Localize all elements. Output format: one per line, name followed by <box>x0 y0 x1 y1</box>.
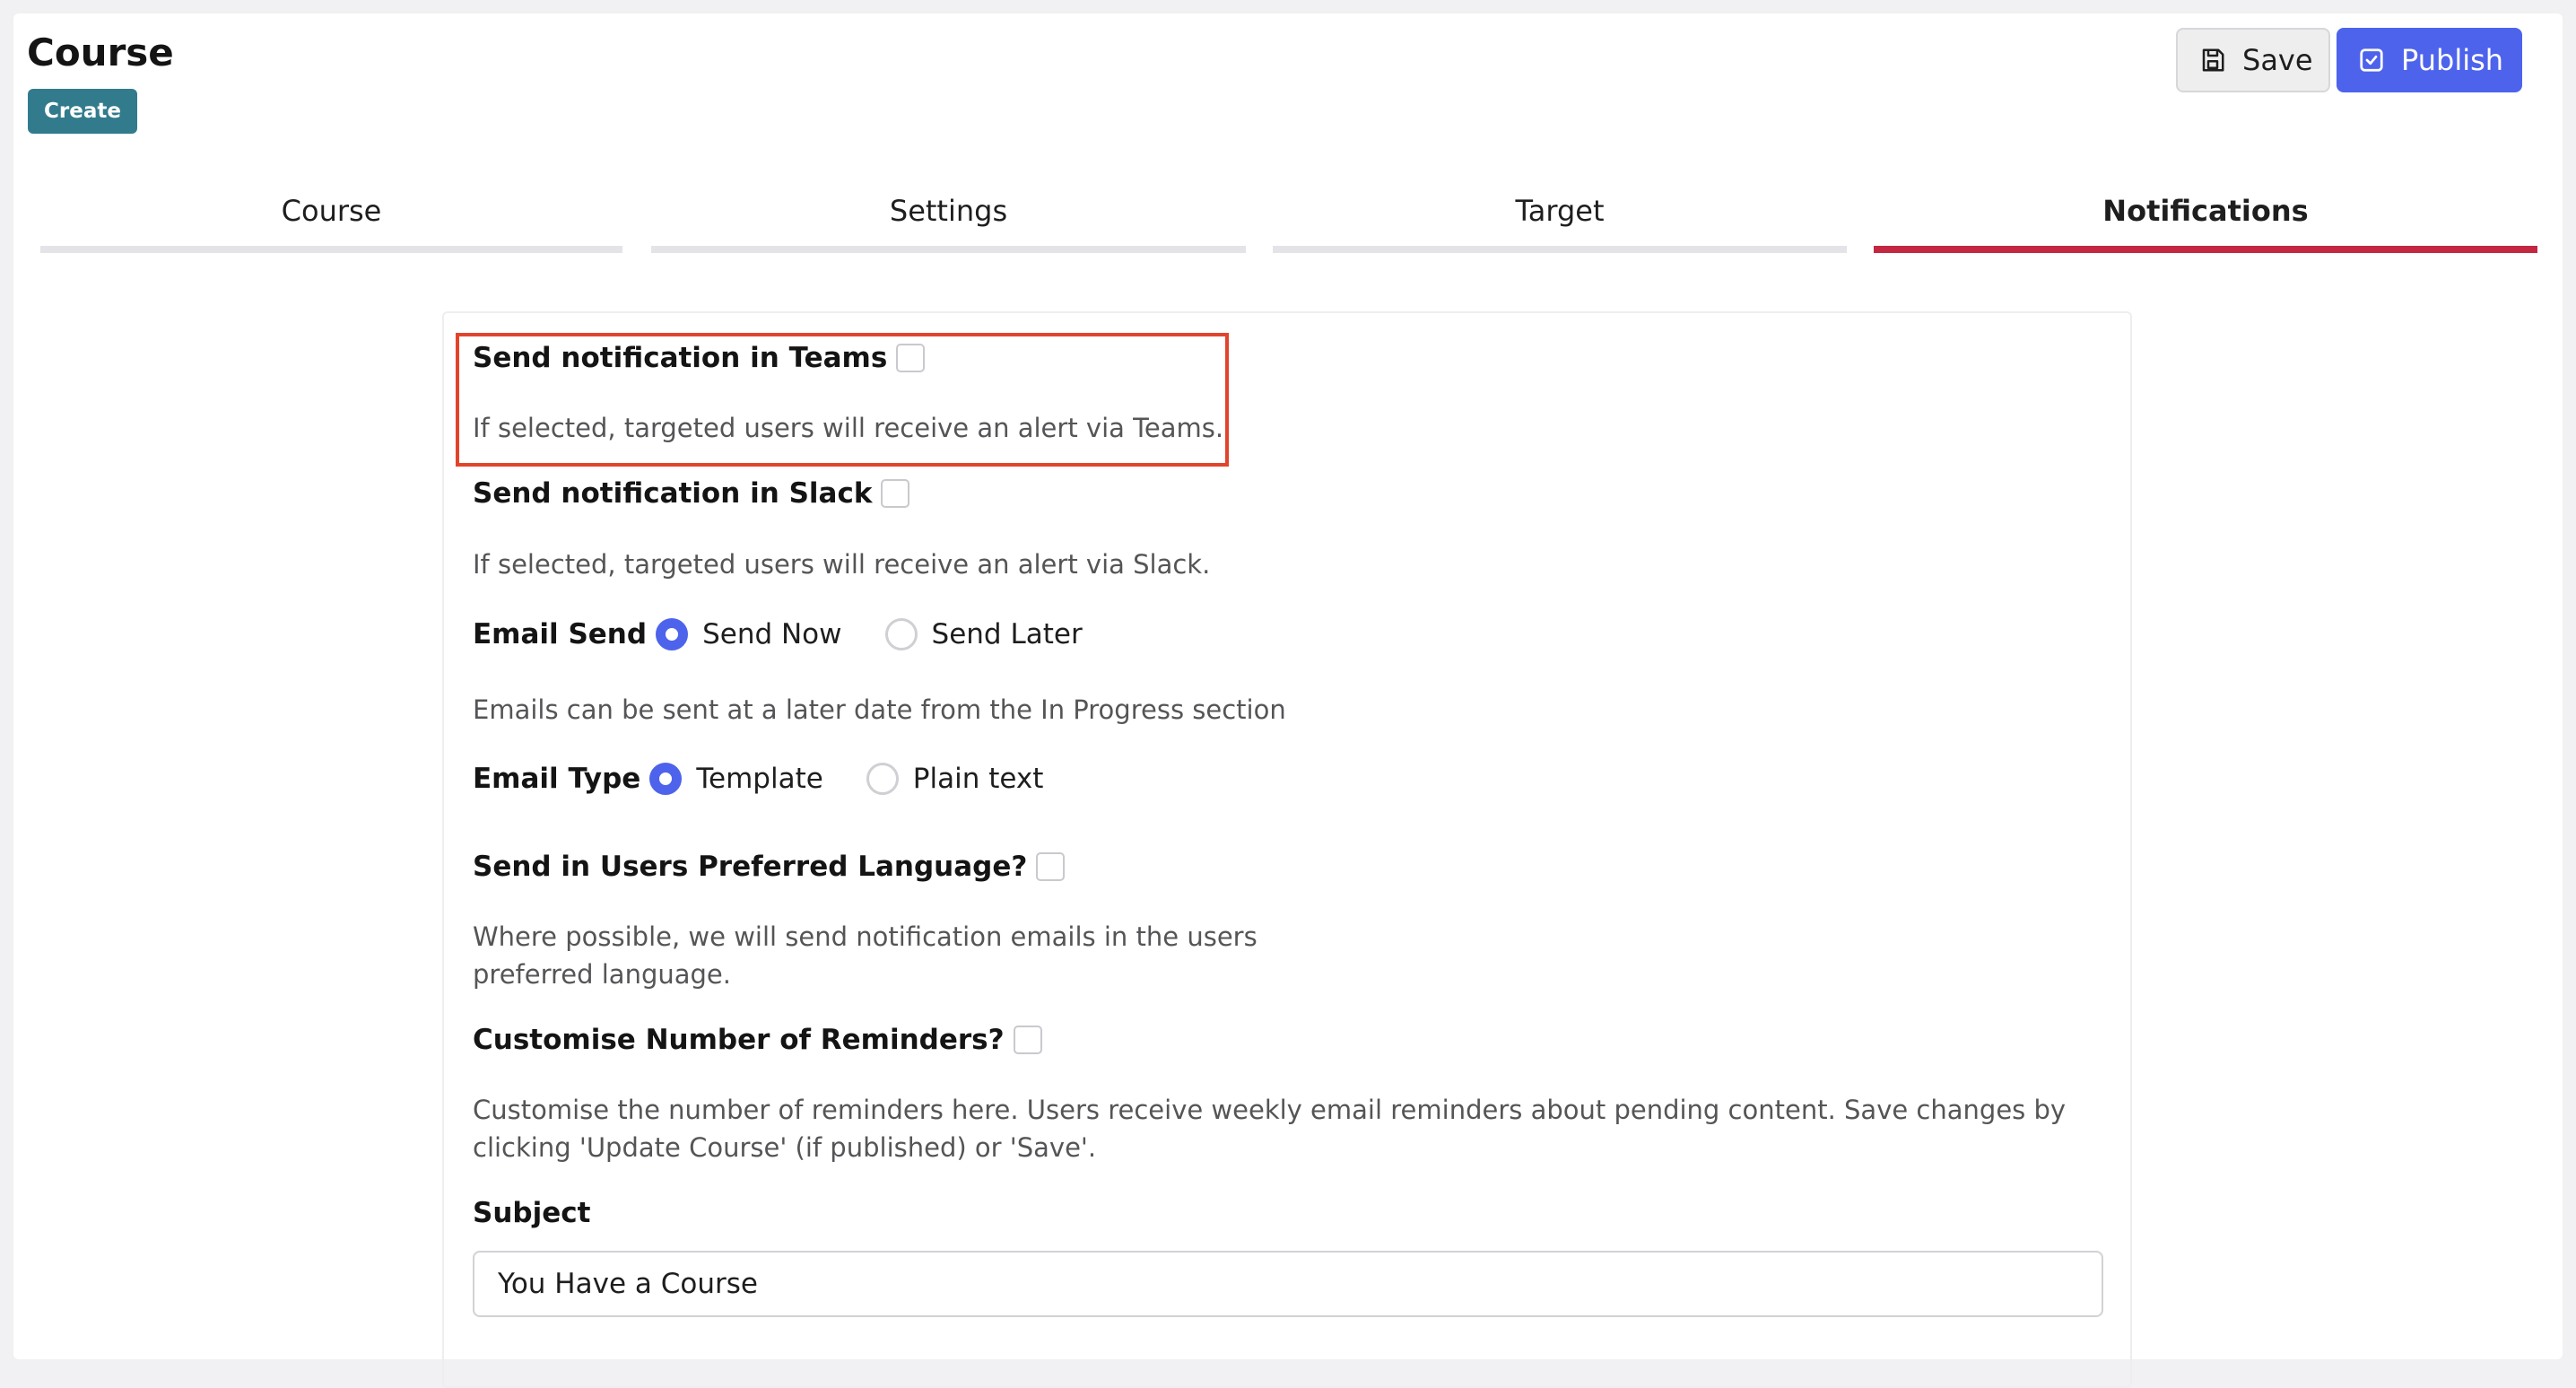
notifications-form-card <box>442 311 2132 1388</box>
status-badge: Create <box>28 89 137 134</box>
tab-underline <box>40 246 622 253</box>
save-button[interactable]: Save <box>2176 28 2330 92</box>
template-radio[interactable] <box>649 763 683 795</box>
preferred-language-help: Where possible, we will send notificatio… <box>473 921 1258 990</box>
check-square-icon <box>2360 48 2383 72</box>
tab-target[interactable]: Target <box>1273 179 1847 253</box>
subject-input[interactable] <box>473 1251 2103 1317</box>
slack-notification-help: If selected, targeted users will receive… <box>473 549 1211 580</box>
subject-label: Subject <box>473 1197 591 1229</box>
slack-notification-row: Send notification in Slack <box>473 477 910 510</box>
send-later-option[interactable]: Send Later <box>932 618 1083 650</box>
slack-notification-label: Send notification in Slack <box>473 477 873 510</box>
tab-label: Course <box>281 194 382 228</box>
tab-notifications[interactable]: Notifications <box>1874 179 2537 253</box>
email-type-row: Email Type Template Plain text <box>473 763 1077 795</box>
send-now-option[interactable]: Send Now <box>702 618 841 650</box>
save-button-label: Save <box>2242 43 2313 77</box>
template-option[interactable]: Template <box>696 763 822 795</box>
reminders-checkbox[interactable] <box>1013 1026 1042 1054</box>
send-now-radio[interactable] <box>656 618 689 650</box>
floppy-disk-icon <box>2202 48 2224 72</box>
reminders-help: Customise the number of reminders here. … <box>473 1095 2067 1163</box>
preferred-language-checkbox[interactable] <box>1036 852 1066 881</box>
publish-button[interactable]: Publish <box>2337 28 2522 92</box>
email-send-help: Emails can be sent at a later date from … <box>473 694 1286 725</box>
email-send-row: Email Send Send Now Send Later <box>473 618 1117 650</box>
slack-notification-checkbox[interactable] <box>881 479 910 508</box>
page-title: Course <box>27 31 174 74</box>
plain-text-option[interactable]: Plain text <box>913 763 1044 795</box>
highlight-box <box>456 333 1229 467</box>
preferred-language-label: Send in Users Preferred Language? <box>473 851 1028 883</box>
subject-row: Subject <box>473 1197 590 1229</box>
tab-label: Settings <box>889 194 1008 228</box>
tab-underline <box>651 246 1246 253</box>
email-send-label: Email Send <box>473 618 648 650</box>
tab-settings[interactable]: Settings <box>651 179 1246 253</box>
tab-course[interactable]: Course <box>40 179 622 253</box>
reminders-row: Customise Number of Reminders? <box>473 1024 1042 1056</box>
reminders-label: Customise Number of Reminders? <box>473 1024 1005 1056</box>
send-later-radio[interactable] <box>884 618 918 650</box>
publish-button-label: Publish <box>2401 43 2504 77</box>
tab-underline-active <box>1874 246 2537 253</box>
tab-label: Target <box>1515 194 1605 228</box>
email-type-label: Email Type <box>473 763 641 795</box>
tab-label: Notifications <box>2102 194 2309 228</box>
tab-underline <box>1273 246 1847 253</box>
plain-text-radio[interactable] <box>866 763 899 795</box>
preferred-language-row: Send in Users Preferred Language? <box>473 851 1066 883</box>
